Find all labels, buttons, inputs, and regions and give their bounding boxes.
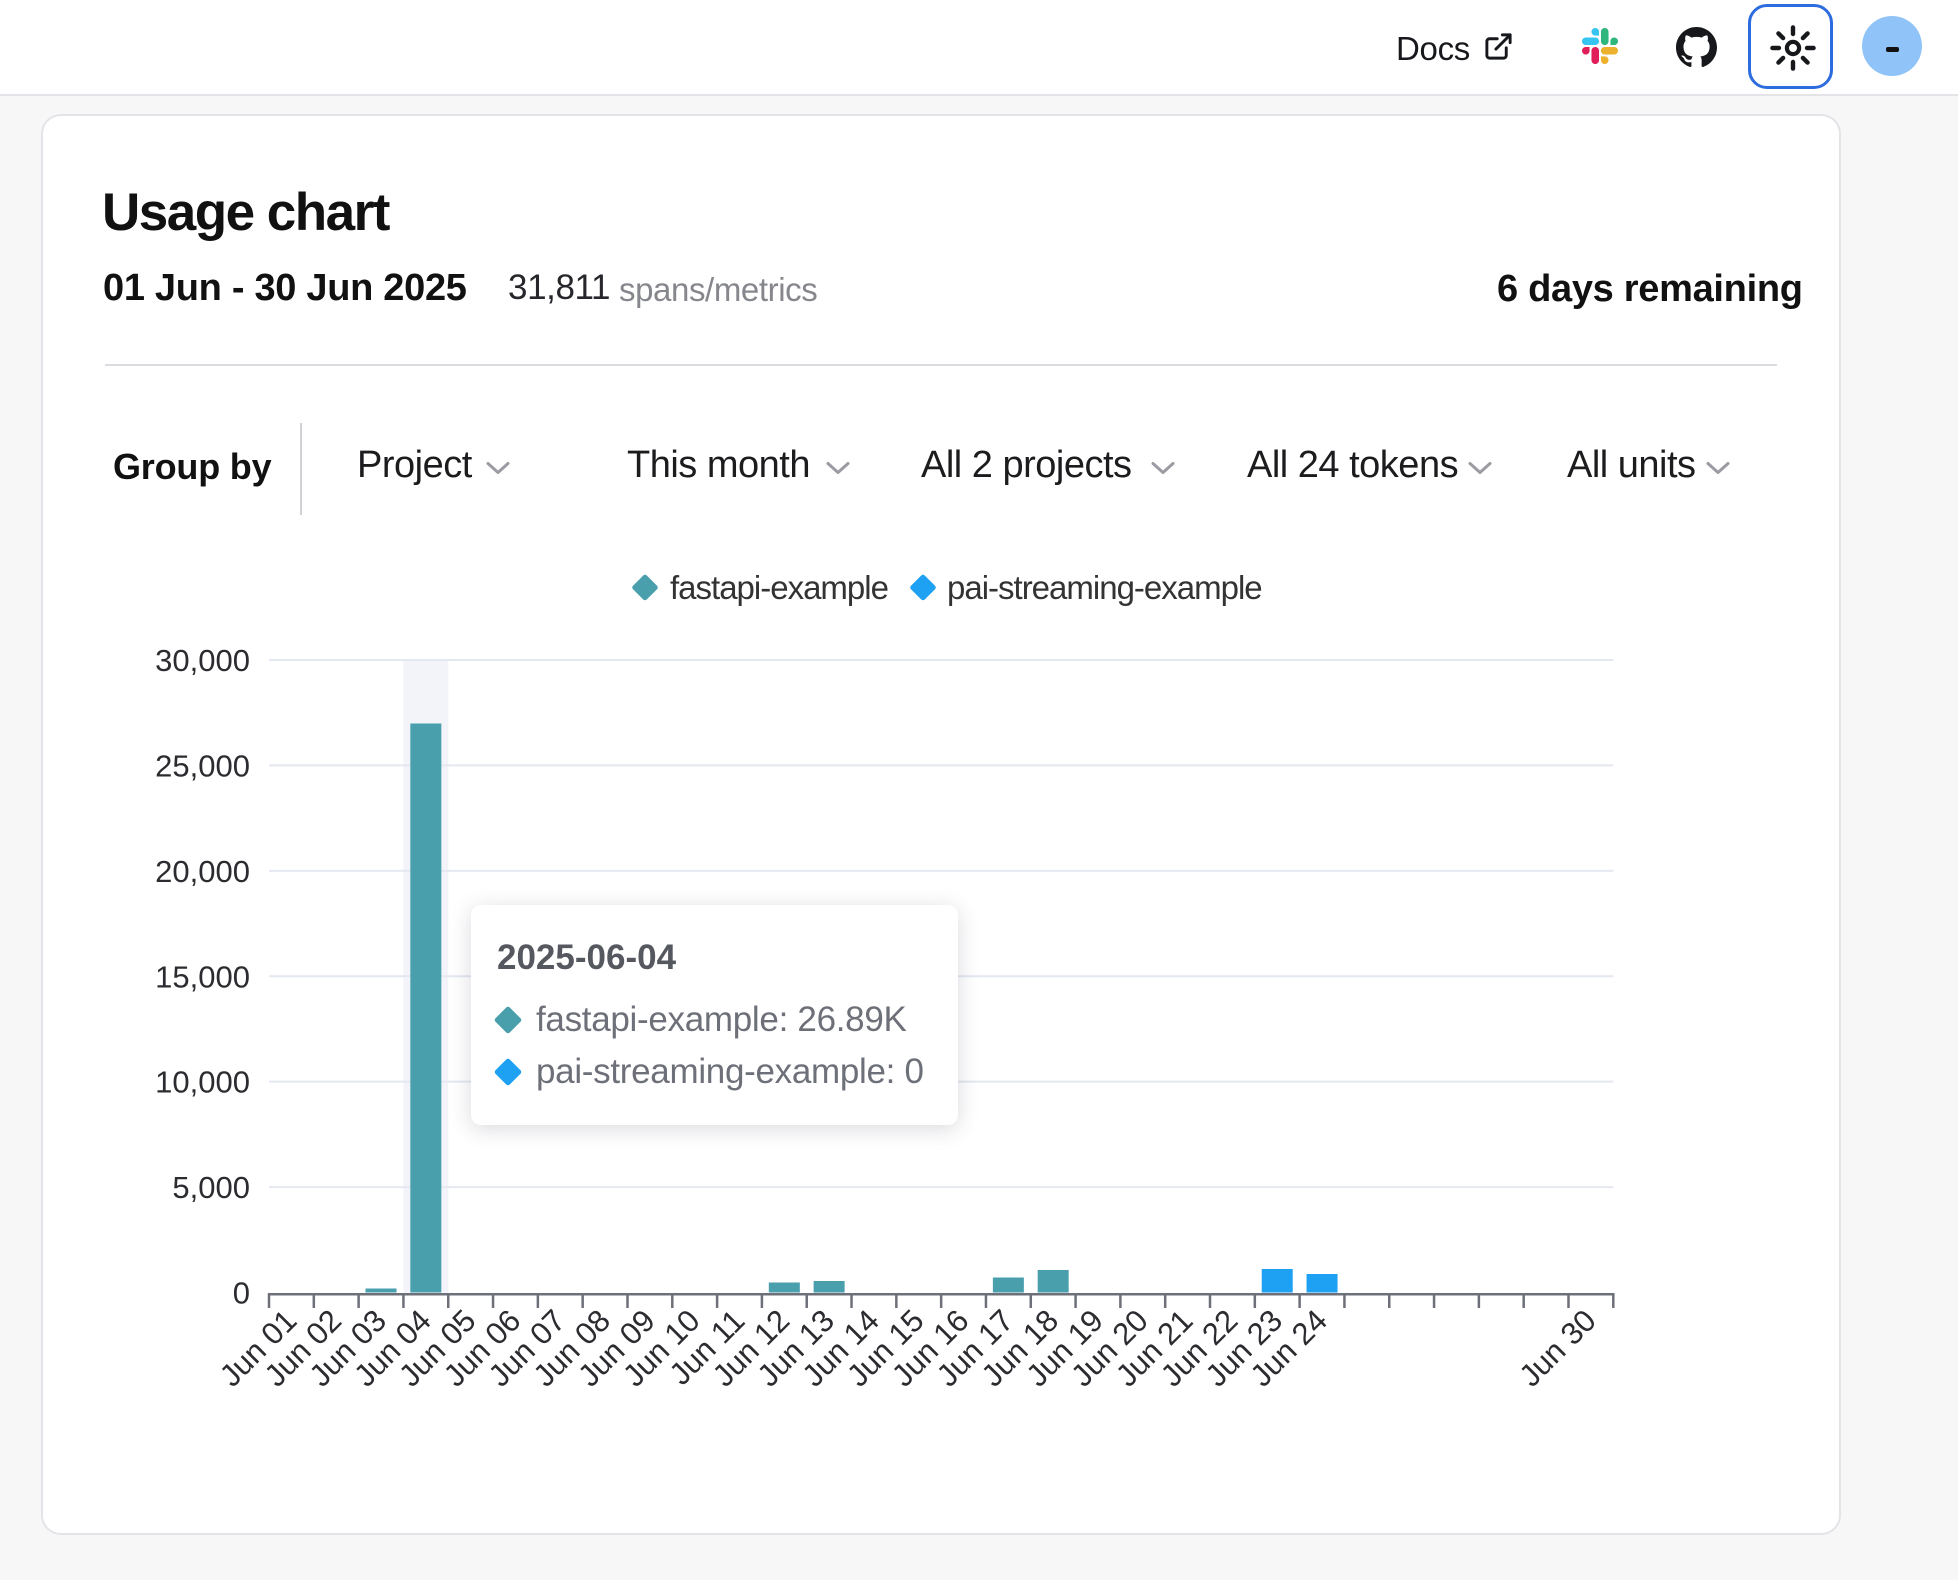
svg-text:Jun 30: Jun 30 — [1512, 1303, 1603, 1394]
svg-text:10,000: 10,000 — [155, 1065, 250, 1100]
svg-text:15,000: 15,000 — [155, 959, 250, 994]
svg-text:5,000: 5,000 — [172, 1170, 250, 1205]
svg-text:25,000: 25,000 — [155, 748, 250, 783]
svg-text:fastapi-example: fastapi-example — [670, 569, 888, 606]
svg-text:pai-streaming-example: pai-streaming-example — [947, 569, 1262, 606]
svg-text:20,000: 20,000 — [155, 854, 250, 889]
svg-text:0: 0 — [233, 1276, 250, 1311]
svg-text:30,000: 30,000 — [155, 643, 250, 678]
